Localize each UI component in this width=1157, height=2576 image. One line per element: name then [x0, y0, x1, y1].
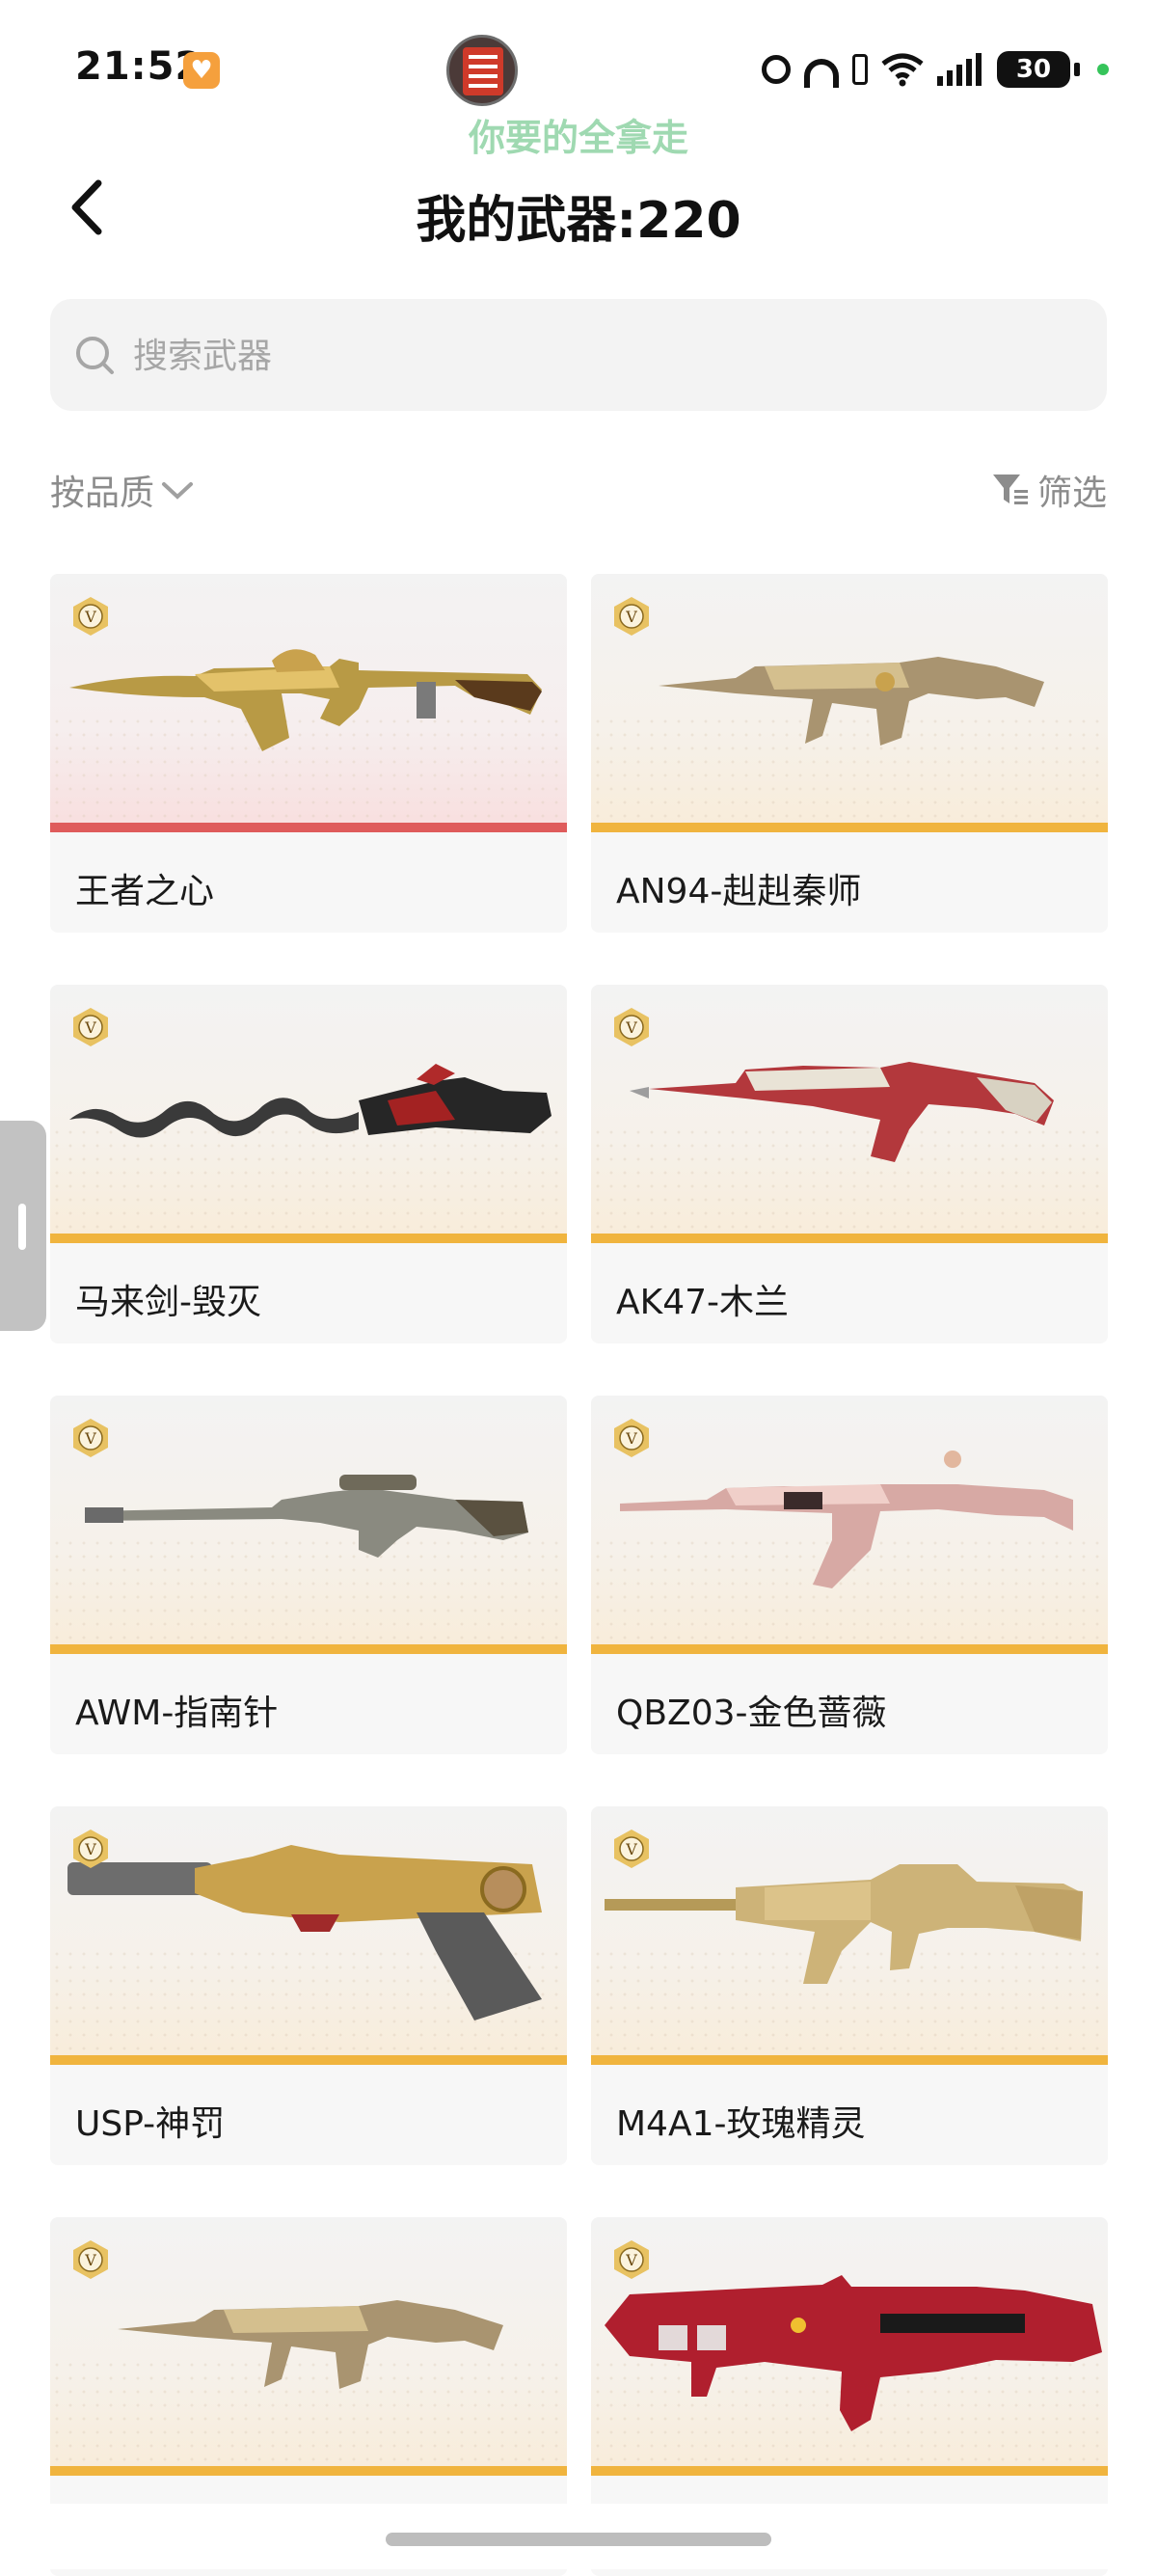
alarm-icon [762, 55, 791, 84]
weapon-name: M4A1-玫瑰精灵 [616, 2104, 866, 2144]
status-icons: 30 [762, 48, 1109, 91]
v-badge-icon: V [614, 597, 649, 636]
svg-text:V: V [84, 2251, 96, 2269]
svg-text:V: V [625, 1840, 637, 1858]
quality-bar [50, 1234, 567, 1243]
weapon-name: QBZ03-金色蔷薇 [616, 1694, 887, 1733]
floating-banner-text: 你要的全拿走 [468, 117, 688, 159]
weapon-card[interactable]: V AWM-指南针 [50, 1396, 567, 1754]
shotgun-icon [605, 2275, 1102, 2431]
quality-bar [591, 823, 1108, 832]
pistol-icon [67, 1845, 542, 2020]
weapon-image: V [50, 1806, 567, 2065]
rifle-icon [605, 1864, 1083, 1984]
chevron-down-icon [162, 482, 194, 500]
weapon-name: 马来剑-毁灭 [75, 1283, 261, 1322]
svg-text:V: V [84, 608, 96, 626]
sort-by-quality-dropdown[interactable]: 按品质 [50, 465, 195, 515]
quality-bar [591, 2055, 1108, 2065]
weapon-image: V [591, 985, 1108, 1243]
page-title: 我的武器:220 [416, 192, 741, 250]
weapon-card[interactable]: V USP-神罚 [50, 1806, 567, 2165]
v-badge-icon: V [73, 2240, 108, 2279]
v-badge-icon: V [73, 1830, 108, 1868]
weapon-image: V [591, 1806, 1108, 2065]
weapon-image: V [50, 1396, 567, 1654]
search-input[interactable] [131, 326, 1051, 386]
sort-label: 按品质 [50, 474, 155, 513]
quality-bar [50, 1644, 567, 1654]
funnel-icon [992, 475, 1028, 504]
home-indicator[interactable] [386, 2533, 771, 2546]
search-icon [76, 337, 114, 374]
v-badge-icon: V [614, 2240, 649, 2279]
kris-sword-icon [69, 1064, 552, 1138]
filter-button[interactable]: 筛选 [991, 465, 1107, 515]
headphones-icon [804, 59, 839, 88]
weapon-image: V [591, 574, 1108, 832]
search-box[interactable] [50, 299, 1107, 411]
filter-label: 筛选 [1036, 474, 1107, 513]
weapon-image: V [50, 574, 567, 832]
floating-side-handle[interactable] [0, 1121, 46, 1331]
weapon-card[interactable]: V 王者之心 [50, 574, 567, 933]
weapon-image: V [591, 1396, 1108, 1654]
weapon-card[interactable]: V AK47-木兰 [591, 985, 1108, 1343]
weapon-image: V [50, 985, 567, 1243]
svg-text:V: V [84, 1840, 96, 1858]
weapon-card[interactable]: V 马来剑-毁灭 [50, 985, 567, 1343]
weapon-name: 王者之心 [75, 872, 215, 911]
svg-text:V: V [84, 1018, 96, 1037]
v-badge-icon: V [73, 1419, 108, 1457]
quality-bar [591, 1234, 1108, 1243]
status-bar: 21:52 ♥ 30 你要的全拿走 [0, 0, 1157, 159]
rifle-icon [118, 2300, 503, 2389]
weapon-name: AK47-木兰 [616, 1283, 790, 1322]
weapon-card[interactable]: V M4A1-玫瑰精灵 [591, 1806, 1108, 2165]
svg-text:V: V [625, 1429, 637, 1448]
rifle-icon [630, 1062, 1054, 1162]
rifle-icon [69, 649, 542, 751]
svg-text:V: V [84, 1429, 96, 1448]
svg-text:V: V [625, 1018, 637, 1037]
floating-app-avatar-icon[interactable] [446, 35, 518, 106]
weapon-card[interactable]: V AN94-赳赳秦师 [591, 574, 1108, 933]
quality-bar [50, 2055, 567, 2065]
v-badge-icon: V [73, 597, 108, 636]
v-badge-icon: V [73, 1008, 108, 1046]
v-badge-icon: V [614, 1830, 649, 1868]
weapon-card[interactable]: V QBZ03-金色蔷薇 [591, 1396, 1108, 1754]
weapon-image: V [591, 2217, 1108, 2476]
quality-bar [50, 2466, 567, 2476]
wifi-icon [881, 53, 924, 87]
weapon-name: AWM-指南针 [75, 1694, 279, 1733]
svg-text:V: V [625, 2251, 637, 2269]
svg-text:V: V [625, 608, 637, 626]
weapon-name: USP-神罚 [75, 2104, 226, 2144]
heart-app-icon: ♥ [183, 52, 220, 89]
weapon-name: AN94-赳赳秦师 [616, 872, 862, 911]
sniper-rifle-icon [85, 1475, 528, 1558]
quality-bar [591, 2466, 1108, 2476]
quality-bar [591, 1644, 1108, 1654]
battery-indicator: 30 [997, 51, 1080, 88]
v-badge-icon: V [614, 1008, 649, 1046]
device-battery-icon [852, 54, 868, 85]
signal-icon [937, 53, 983, 86]
rifle-icon [620, 1451, 1073, 1588]
rifle-icon [659, 657, 1044, 746]
quality-bar [50, 823, 567, 832]
v-badge-icon: V [614, 1419, 649, 1457]
charging-dot-icon [1097, 64, 1109, 75]
weapon-image: V [50, 2217, 567, 2476]
